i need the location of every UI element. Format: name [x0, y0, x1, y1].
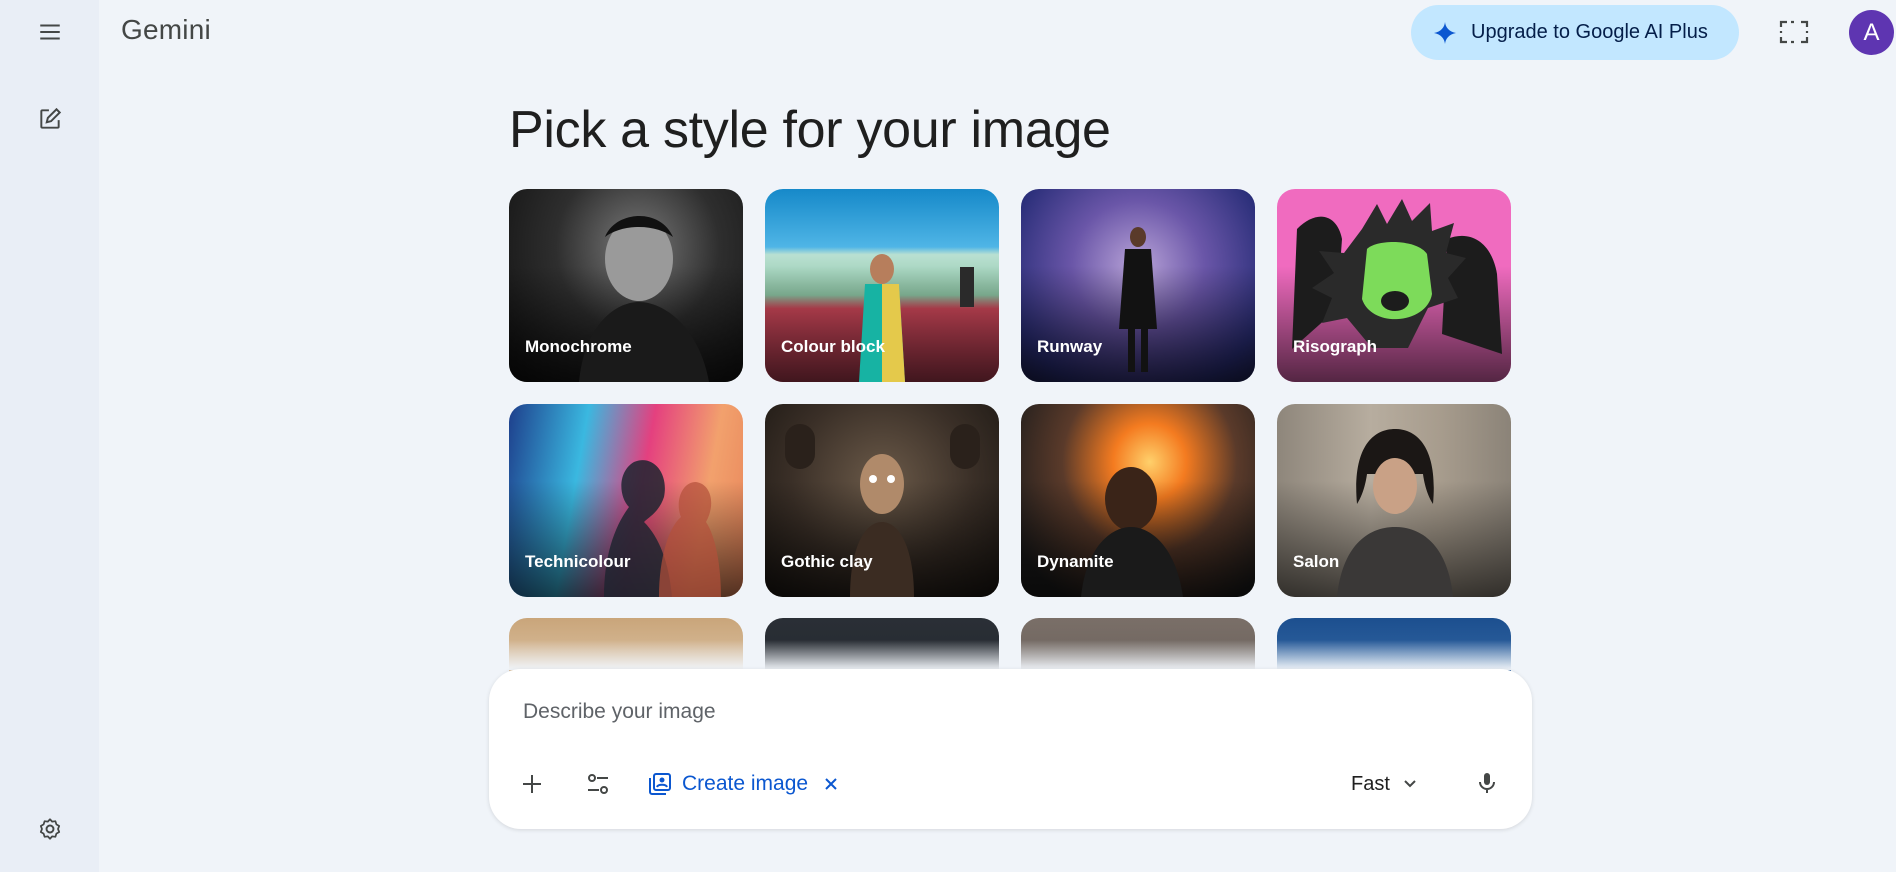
- app-title[interactable]: Gemini: [121, 14, 211, 46]
- remove-create-image-button[interactable]: [813, 766, 849, 802]
- screen-capture-button[interactable]: [1772, 10, 1816, 54]
- left-rail: [0, 0, 99, 872]
- upgrade-button[interactable]: Upgrade to Google AI Plus: [1411, 5, 1739, 60]
- close-icon: [825, 778, 837, 790]
- tools-button[interactable]: [578, 764, 618, 804]
- style-card-runway[interactable]: Runway: [1021, 189, 1255, 382]
- chevron-down-icon: [1404, 780, 1416, 788]
- style-card-salon[interactable]: Salon: [1277, 404, 1511, 597]
- prompt-box: Create image Fast: [489, 669, 1532, 829]
- style-label: Technicolour: [525, 552, 631, 571]
- style-label: Monochrome: [525, 337, 632, 356]
- model-label: Fast: [1351, 772, 1390, 795]
- grid-fade-overlay: [490, 640, 1540, 670]
- edit-icon: [40, 107, 62, 129]
- style-card-dynamite[interactable]: Dynamite: [1021, 404, 1255, 597]
- tools-sliders-icon: [588, 774, 608, 794]
- gear-icon: [39, 818, 61, 840]
- plus-icon: [523, 775, 541, 793]
- microphone-button[interactable]: [1467, 763, 1507, 803]
- create-image-label: Create image: [682, 772, 809, 795]
- style-card-risograph[interactable]: Risograph: [1277, 189, 1511, 382]
- page-title: Pick a style for your image: [509, 101, 1111, 159]
- sparkle-icon: [1434, 21, 1456, 44]
- style-card-technicolour[interactable]: Technicolour: [509, 404, 743, 597]
- style-card-gothic-clay[interactable]: Gothic clay: [765, 404, 999, 597]
- main-menu-button[interactable]: [26, 8, 74, 56]
- style-label: Salon: [1293, 552, 1340, 571]
- upgrade-label: Upgrade to Google AI Plus: [1471, 21, 1708, 43]
- add-attachment-button[interactable]: [512, 764, 552, 804]
- hamburger-menu-icon: [40, 24, 60, 40]
- style-card-monochrome[interactable]: Monochrome: [509, 189, 743, 382]
- screen-capture-icon: [1779, 20, 1809, 44]
- prompt-input[interactable]: [521, 697, 1421, 727]
- style-label: Colour block: [781, 337, 885, 356]
- style-label: Dynamite: [1037, 552, 1114, 571]
- style-label: Gothic clay: [781, 552, 873, 571]
- style-label: Risograph: [1293, 337, 1378, 356]
- style-card-colour-block[interactable]: Colour block: [765, 189, 999, 382]
- avatar[interactable]: A: [1849, 10, 1894, 55]
- microphone-icon: [1479, 773, 1495, 793]
- create-image-icon: [649, 773, 671, 795]
- new-chat-button[interactable]: [26, 95, 74, 143]
- model-selector[interactable]: Fast: [1351, 764, 1418, 804]
- create-image-chip[interactable]: Create image: [648, 764, 808, 804]
- style-label: Runway: [1037, 337, 1103, 356]
- settings-button[interactable]: [26, 805, 74, 853]
